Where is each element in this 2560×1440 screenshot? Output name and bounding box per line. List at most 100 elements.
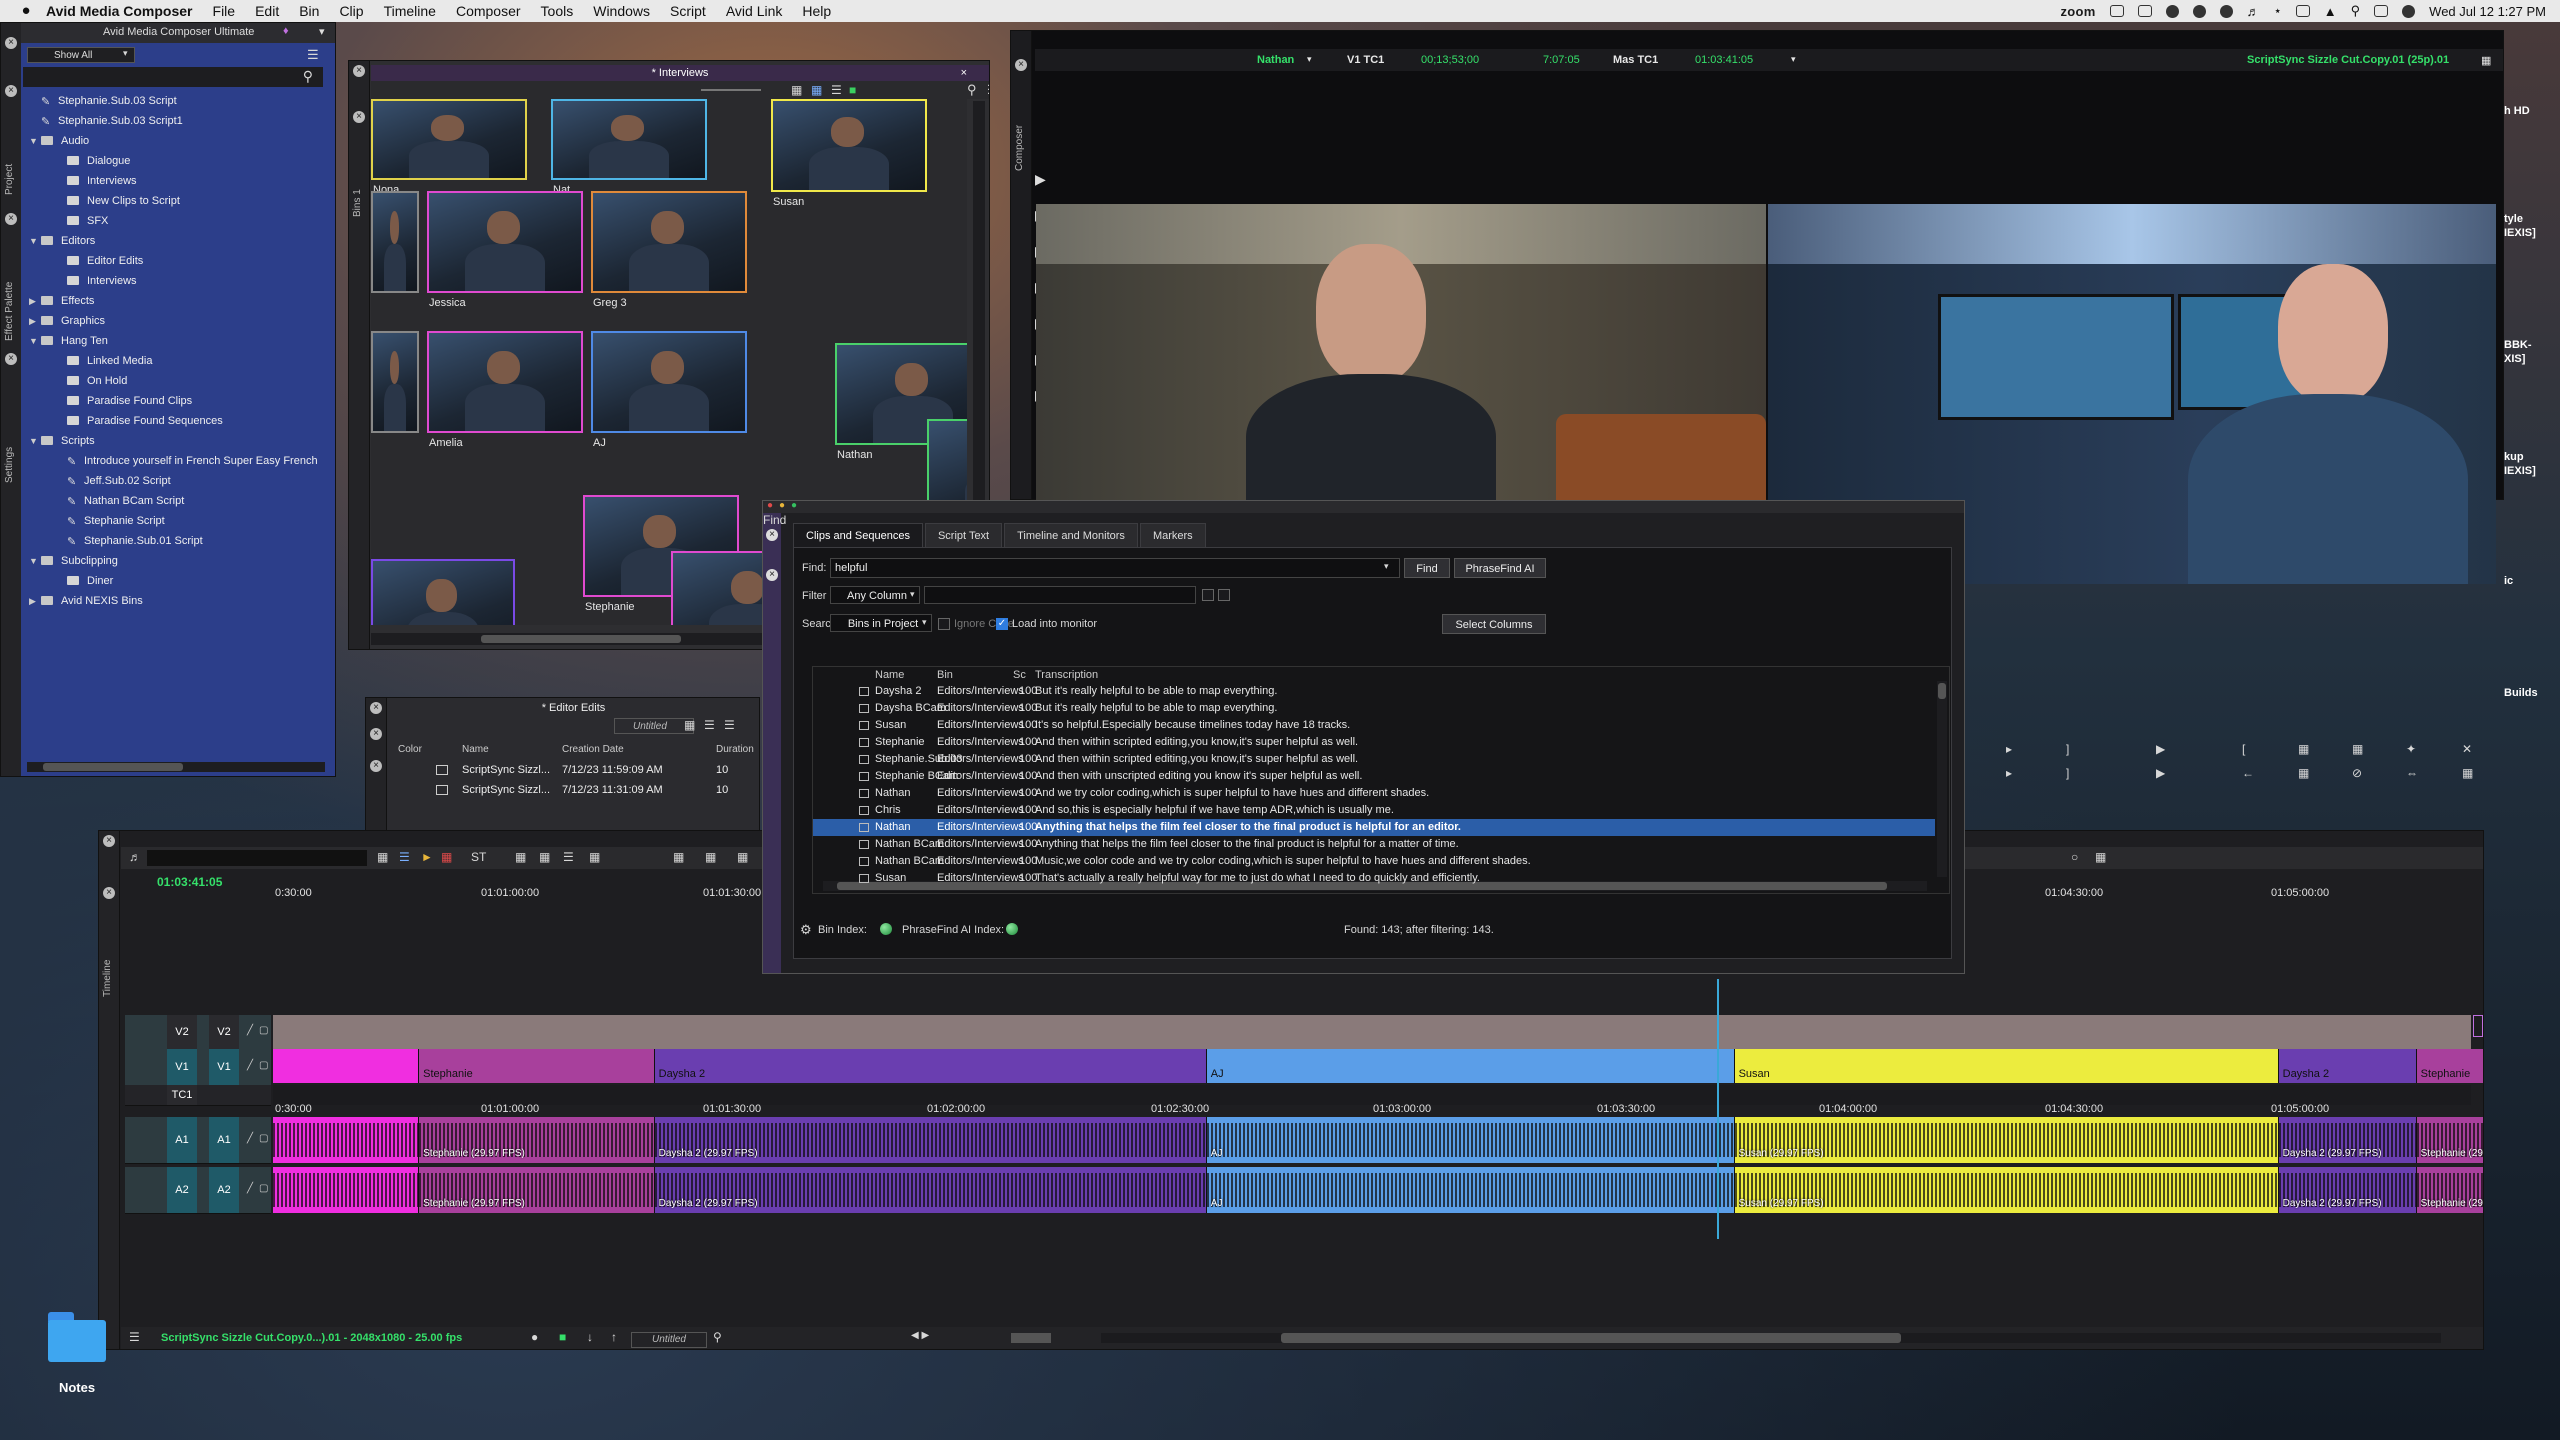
find-tab-close-icon[interactable]: ×	[766, 569, 778, 581]
timeline-hscroll-thumb[interactable]	[1281, 1333, 1901, 1343]
close-timeline-button[interactable]: ×	[103, 835, 115, 847]
play-arrow-icon[interactable]: ▶	[1035, 171, 1047, 207]
timeline-render-icon[interactable]: ▦	[737, 850, 748, 864]
a2-audio-clip[interactable]: Daysha 2 (29.97 FPS)	[654, 1167, 1207, 1213]
menu-clip[interactable]: Clip	[339, 3, 363, 19]
desktop-edge-label[interactable]: IEXIS]	[2504, 226, 2536, 240]
trim-icon[interactable]: ✦	[2406, 742, 2416, 756]
volume-icon[interactable]: ♬	[2247, 4, 2260, 19]
screen-share-icon[interactable]	[2109, 5, 2124, 17]
track-header[interactable]: TC1	[125, 1085, 271, 1106]
find-button[interactable]: Find	[1404, 558, 1450, 578]
lock-icon[interactable]: ■	[849, 83, 856, 97]
result-row[interactable]: Nathan Editors/Interviews 100 And we try co…	[813, 785, 1935, 802]
desktop-edge-label[interactable]: tyle	[2504, 212, 2523, 226]
tab-timeline[interactable]: Timeline	[102, 960, 113, 997]
close-project-button[interactable]: ×	[5, 37, 17, 49]
bluetooth-icon[interactable]: ⋆	[2274, 3, 2282, 19]
menu-tools[interactable]: Tools	[541, 3, 574, 19]
settings-tab-close-icon[interactable]: ×	[5, 353, 17, 365]
project-tree-item[interactable]: ▶ Graphics	[25, 311, 331, 331]
project-tree-item[interactable]: ▼ Subclipping	[25, 551, 331, 571]
project-scrollbar[interactable]	[27, 762, 325, 772]
status-icon[interactable]	[2165, 4, 2179, 18]
chevron-down-icon[interactable]: ▾	[922, 617, 927, 628]
filter-column-select[interactable]: Any Column	[830, 586, 920, 604]
project-filter-select[interactable]: Show All	[27, 47, 135, 63]
menu-timeline[interactable]: Timeline	[384, 3, 436, 19]
script-view-icon[interactable]: ▦	[811, 83, 822, 97]
source-track-info[interactable]: V1 TC1	[1347, 54, 1384, 66]
column-score[interactable]: Sc	[1013, 669, 1026, 681]
desktop-edge-label[interactable]: IEXIS]	[2504, 464, 2536, 478]
desktop-edge-label[interactable]: XIS]	[2504, 352, 2525, 366]
zoom-status[interactable]: zoom	[2060, 4, 2095, 19]
bin-hscroll-thumb[interactable]	[481, 635, 681, 643]
track-name[interactable]: A2	[167, 1167, 197, 1213]
timeline-search-icon[interactable]: ⚲	[713, 1330, 722, 1344]
overwrite-icon[interactable]: ▦	[2298, 766, 2309, 780]
bin-view-menu[interactable]: Untitled	[614, 718, 694, 734]
column-name[interactable]: Name	[875, 669, 904, 681]
bin-clip-thumbnail[interactable]: Greg 3	[591, 191, 747, 309]
lift-overwrite-icon[interactable]: ▦	[673, 850, 684, 864]
bin-clip-thumbnail[interactable]: Susan	[771, 99, 927, 208]
results-vscroll-thumb[interactable]	[1938, 683, 1946, 699]
project-tree-item[interactable]: ✎ Nathan BCam Script	[25, 491, 331, 511]
cut-icon[interactable]: ✕	[2462, 742, 2472, 756]
tab-effect-palette[interactable]: Effect Palette	[4, 282, 15, 341]
a2-audio-clip[interactable]	[273, 1167, 420, 1213]
view-toggle-icon[interactable]: ●	[531, 1330, 538, 1344]
segment-tool-red-icon[interactable]: ▦	[441, 850, 452, 864]
menu-help[interactable]: Help	[802, 3, 831, 19]
close-editor-edits-button[interactable]: ×	[370, 702, 382, 714]
spotlight-search-icon[interactable]: ⚲	[2351, 3, 2361, 19]
timeline-record-icon[interactable]: ○	[2071, 850, 2078, 864]
record-track-info[interactable]: Mas TC1	[1613, 54, 1658, 66]
track-name[interactable]: A1	[167, 1117, 197, 1163]
timeline-track-selector[interactable]	[147, 850, 367, 866]
source-monitor-video[interactable]	[1036, 204, 1766, 500]
play-in-out-icon[interactable]: ▸	[2006, 742, 2012, 756]
bin-row[interactable]: ScriptSync Sizzl... 7/12/23 11:31:09 AM 10	[392, 782, 755, 800]
a1-audio-clip[interactable]: Stephanie (29.97 FPS)	[2416, 1117, 2483, 1163]
video-clip[interactable]: Stephanie	[2416, 1049, 2483, 1083]
track-header[interactable]: V1 V1 ╱ ▢	[125, 1049, 271, 1086]
a1-audio-clip[interactable]: Daysha 2 (29.97 FPS)	[2278, 1117, 2417, 1163]
clear-marks-icon[interactable]: ⊘	[2352, 766, 2362, 780]
chevron-down-icon[interactable]: ▾	[123, 48, 128, 59]
notes-folder-icon[interactable]	[44, 1312, 110, 1370]
disclosure-closed-icon[interactable]: ▶	[29, 591, 41, 611]
go-to-out-icon[interactable]: ]	[2066, 766, 2069, 780]
record-track-name[interactable]: A1	[209, 1117, 239, 1163]
a2-audio-clip[interactable]: Daysha 2 (29.97 FPS)	[2278, 1167, 2417, 1213]
disclosure-closed-icon[interactable]: ▶	[29, 291, 41, 311]
list-view-icon[interactable]: ☰	[831, 83, 842, 97]
a1-audio-clip[interactable]: AJ	[1206, 1117, 1735, 1163]
result-row[interactable]: Nathan BCam Editors/Interviews 100 Music,we…	[813, 853, 1935, 870]
menu-windows[interactable]: Windows	[593, 3, 650, 19]
track-lock-icon[interactable]: ╱	[247, 1133, 253, 1144]
result-row[interactable]: Stephanie BCam Editors/Interviews 100 And t…	[813, 768, 1935, 785]
creative-cloud-icon[interactable]	[2192, 4, 2206, 18]
effect-tab-close-icon[interactable]: ×	[5, 213, 17, 225]
disclosure-open-icon[interactable]: ▼	[29, 431, 41, 451]
source-menu-icon[interactable]: ▾	[1307, 54, 1312, 65]
video-clip[interactable]: Daysha 2	[654, 1049, 1207, 1083]
result-row[interactable]: Stephanie Editors/Interviews 100 And then w…	[813, 734, 1935, 751]
list-view-icon[interactable]: ☰	[704, 718, 715, 732]
track-monitor-icon[interactable]: ▢	[259, 1133, 268, 1144]
a2-audio-clip[interactable]: Stephanie (29.97 FPS)	[2416, 1167, 2483, 1213]
position-indicator[interactable]	[1717, 979, 1719, 1239]
tab-markers[interactable]: Markers	[1139, 523, 1206, 548]
find-query-input[interactable]: helpful	[830, 558, 1400, 578]
frame-view-icon[interactable]: ▦	[791, 83, 802, 97]
track-monitor-icon[interactable]: ■	[559, 1330, 566, 1344]
close-bin-button[interactable]: ×	[353, 65, 365, 77]
a1-audio-clip[interactable]	[273, 1117, 420, 1163]
bin-clip-thumbnail[interactable]: AJ	[591, 331, 747, 449]
maximize-icon[interactable]: ●	[791, 501, 797, 511]
filter-option-checkbox[interactable]	[1202, 589, 1214, 601]
audio-tool-icon[interactable]: ♬	[129, 850, 141, 864]
match-frame-icon[interactable]: ▦	[2352, 742, 2363, 756]
